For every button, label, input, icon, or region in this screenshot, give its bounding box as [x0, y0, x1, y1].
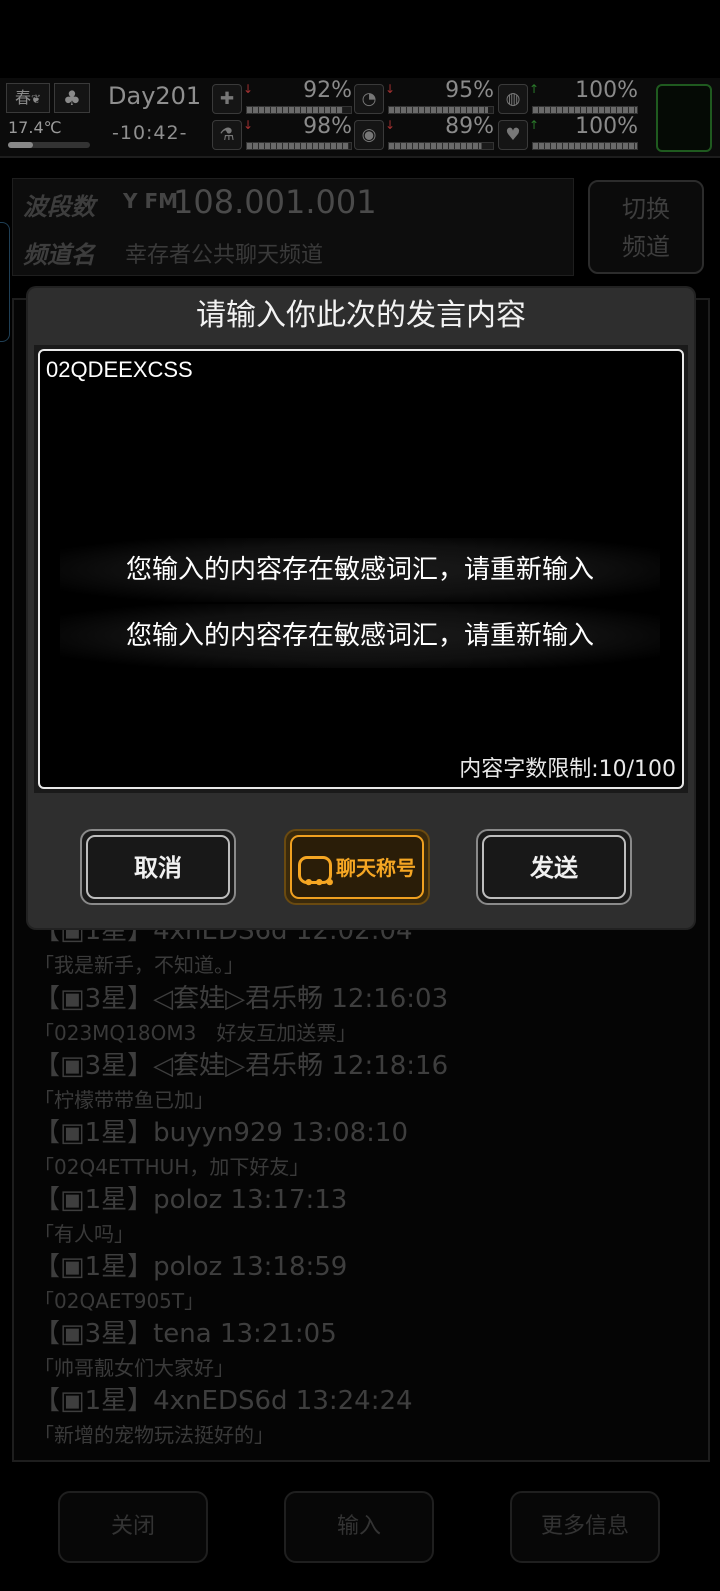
chat-message: 【▣1星】buyyn929 13:08:10 「02Q4ETTHUH，加下好友」: [34, 1112, 694, 1180]
temperature-label: 17.4℃: [8, 118, 62, 137]
oxygen-gauge: ◍ ↑ 100%: [498, 78, 638, 116]
message-body: 「新增的宠物玩法挺好的」: [34, 1423, 274, 1447]
tree-icon: ♣: [54, 83, 90, 113]
temperature-bar: [8, 142, 90, 148]
side-drawer-handle[interactable]: [0, 222, 10, 342]
chat-message: 【▣3星】◁套娃▷君乐畅 12:16:03 「023MQ18OM3 好友互加送票…: [34, 978, 694, 1046]
season-badge: 春❦: [6, 83, 50, 113]
chat-bubble-icon: [298, 853, 335, 915]
message-body: 「帅哥靓女们大家好」: [34, 1356, 234, 1380]
lungs-icon: ◍: [498, 84, 528, 114]
stomach-icon: ◔: [354, 84, 384, 114]
fm-antenna-icon: Y FM: [123, 189, 179, 213]
message-header: 【▣3星】◁套娃▷君乐畅 12:18:16: [34, 1051, 449, 1081]
thirst-gauge: ◉ ↓ 89%: [354, 114, 494, 152]
trend-arrow-icon: ↓: [243, 82, 254, 96]
switch-channel-button[interactable]: 切换 频道: [588, 180, 704, 274]
mood-gauge: ♥ ↑ 100%: [498, 114, 638, 152]
message-header: 【▣3星】tena 13:21:05: [34, 1319, 337, 1349]
message-header: 【▣1星】buyyn929 13:08:10: [34, 1118, 409, 1148]
season-label: 春: [14, 88, 31, 107]
chat-nickname-button[interactable]: 聊天称号: [284, 829, 430, 915]
trend-arrow-icon: ↓: [243, 118, 254, 132]
status-bar: 春❦ ♣ 17.4℃ Day201 -10:42- ✚ ↓ 92% ◔ ↓ 95…: [0, 78, 720, 158]
message-header: 【▣1星】poloz 13:17:13: [34, 1185, 348, 1215]
chat-message: 【▣3星】tena 13:21:05 「帅哥靓女们大家好」: [34, 1313, 694, 1381]
char-limit-counter: 内容字数限制:10/100: [459, 757, 676, 782]
health-gauge: ✚ ↓ 92%: [212, 78, 352, 116]
chat-message: 【▣3星】◁套娃▷君乐畅 12:18:16 「柠檬带带鱼已加」: [34, 1045, 694, 1113]
channel-name: 幸存者公共聊天频道: [125, 243, 324, 268]
water-drop-icon: ◉: [354, 120, 384, 150]
input-button[interactable]: 输入: [284, 1491, 434, 1563]
channel-header: 波段数 Y FM 108.001.001 频道名 幸存者公共聊天频道: [12, 178, 574, 276]
medkit-icon: ✚: [212, 84, 242, 114]
message-header: 【▣1星】poloz 13:18:59: [34, 1252, 348, 1282]
dialog-title: 请输入你此次的发言内容: [196, 298, 526, 333]
game-time: -10:42-: [112, 122, 188, 144]
trend-arrow-icon: ↑: [529, 82, 540, 96]
chat-message: 【▣1星】4xnEDS6d 13:24:24 「新增的宠物玩法挺好的」: [34, 1380, 694, 1448]
message-header: 【▣1星】4xnEDS6d 13:24:24: [34, 1386, 413, 1416]
day-counter: Day201: [108, 82, 202, 110]
send-button[interactable]: 发送: [476, 829, 632, 905]
band-label: 波段数: [23, 193, 95, 221]
message-body: 「02Q4ETTHUH，加下好友」: [34, 1155, 310, 1179]
hunger-gauge: ◔ ↓ 95%: [354, 78, 494, 116]
channel-name-label: 频道名: [23, 241, 95, 269]
message-body: 「柠檬带带鱼已加」: [34, 1088, 214, 1112]
cancel-button[interactable]: 取消: [80, 829, 236, 905]
message-body: 「023MQ18OM3 好友互加送票」: [34, 1021, 357, 1045]
stamina-gauge: ⚗ ↓ 98%: [212, 114, 352, 152]
more-info-button[interactable]: 更多信息: [510, 1491, 660, 1563]
channel-frequency: 108.001.001: [173, 183, 377, 221]
trend-arrow-icon: ↑: [529, 118, 540, 132]
heart-icon: ♥: [498, 120, 528, 150]
message-body: 「02QAET905T」: [34, 1289, 205, 1313]
message-text: 02QDEEXCSS: [46, 357, 193, 382]
close-button[interactable]: 关闭: [58, 1491, 208, 1563]
trend-arrow-icon: ↓: [385, 82, 396, 96]
message-body: 「有人吗」: [34, 1222, 134, 1246]
sensitive-word-toast: 您输入的内容存在敏感词汇，请重新输入: [60, 538, 660, 602]
trend-arrow-icon: ↓: [385, 118, 396, 132]
menu-slot-button[interactable]: [656, 84, 712, 152]
flask-icon: ⚗: [212, 120, 242, 150]
message-body: 「我是新手，不知道。」: [34, 953, 244, 977]
chat-message: 【▣1星】poloz 13:17:13 「有人吗」: [34, 1179, 694, 1247]
message-header: 【▣3星】◁套娃▷君乐畅 12:16:03: [34, 984, 449, 1014]
sensitive-word-toast: 您输入的内容存在敏感词汇，请重新输入: [60, 604, 660, 668]
chat-message: 【▣1星】poloz 13:18:59 「02QAET905T」: [34, 1246, 694, 1314]
